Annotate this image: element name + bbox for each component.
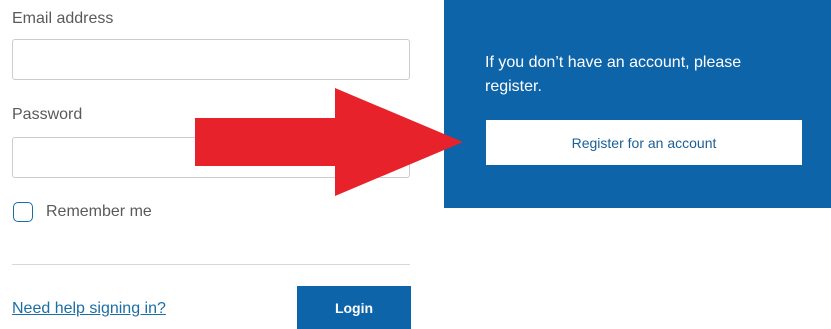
login-button[interactable]: Login bbox=[297, 286, 411, 329]
help-signing-in-link[interactable]: Need help signing in? bbox=[12, 300, 166, 318]
remember-me-label[interactable]: Remember me bbox=[46, 203, 152, 221]
divider bbox=[12, 264, 410, 265]
red-arrow-annotation bbox=[195, 88, 463, 196]
register-message: If you don’t have an account, please reg… bbox=[485, 54, 742, 95]
email-field[interactable] bbox=[12, 39, 410, 80]
email-label: Email address bbox=[12, 10, 114, 27]
register-button[interactable]: Register for an account bbox=[486, 120, 802, 165]
login-page: Email address Password Remember me Need … bbox=[0, 0, 831, 329]
password-label: Password bbox=[12, 106, 83, 123]
remember-me-checkbox[interactable] bbox=[13, 202, 33, 222]
arrow-icon bbox=[195, 88, 463, 196]
register-panel: If you don’t have an account, please reg… bbox=[444, 0, 831, 208]
